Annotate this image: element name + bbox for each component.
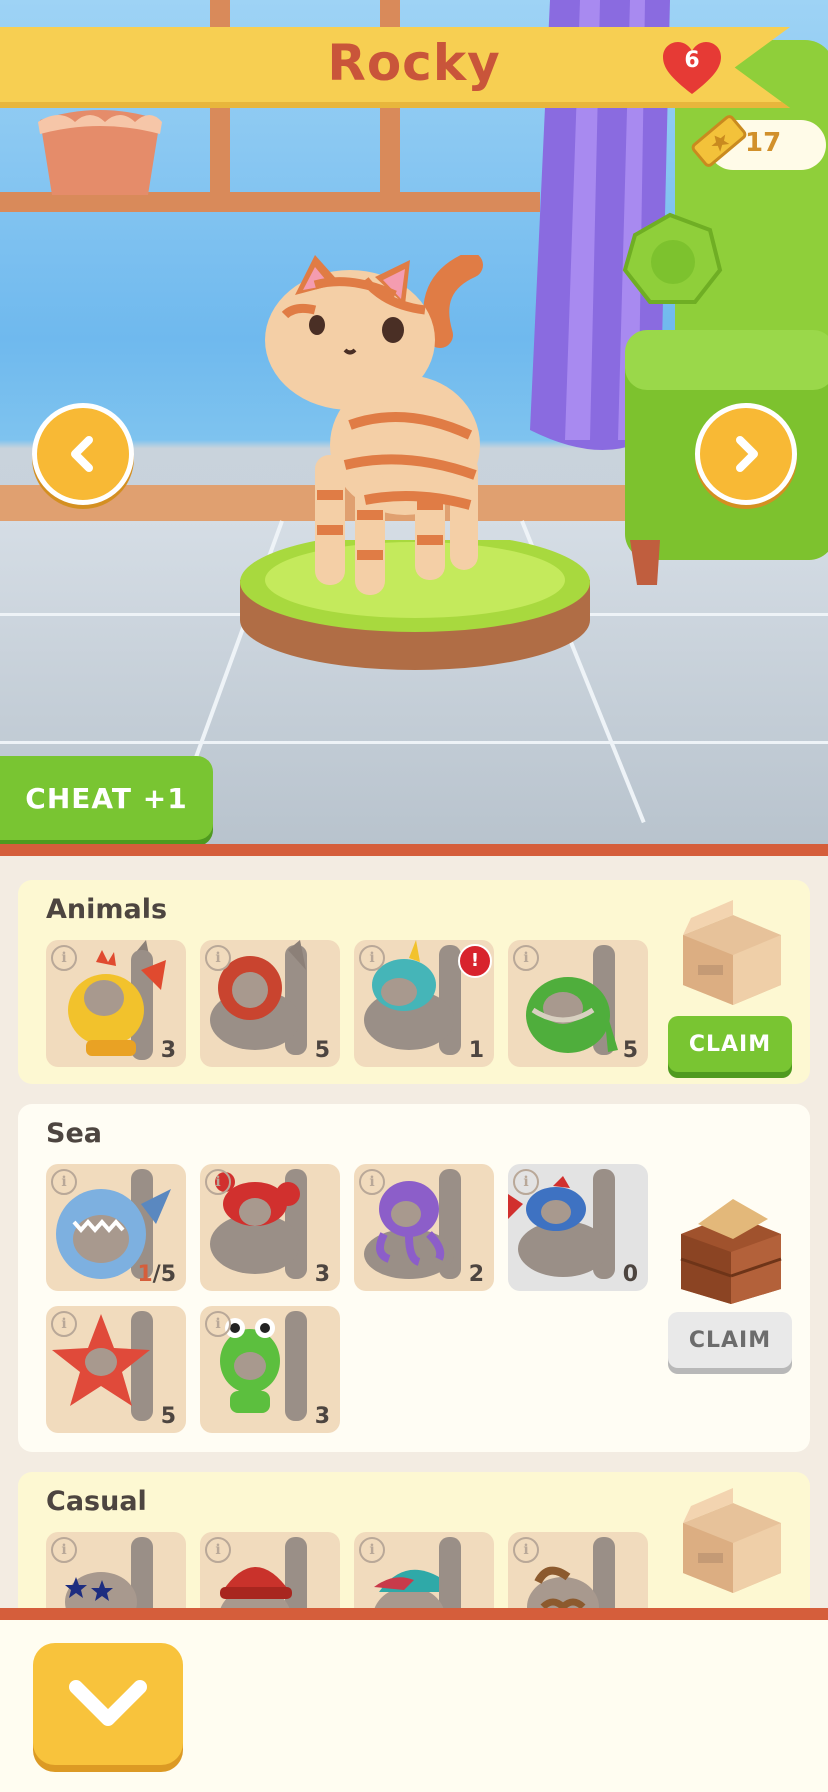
flower-pot — [38, 110, 162, 195]
costume-count: 2 — [468, 1262, 484, 1287]
costume-count: 5 — [314, 1038, 330, 1063]
collection-card-casual: Casual i i i i — [18, 1472, 810, 1608]
info-icon[interactable]: i — [205, 1311, 231, 1337]
costume-tile-octopus[interactable]: i 2 — [354, 1164, 494, 1291]
info-icon[interactable]: i — [359, 945, 385, 971]
costume-tile-star-sunglasses[interactable]: i — [46, 1532, 186, 1608]
costume-count: 5 — [622, 1038, 638, 1063]
wooden-crate-icon — [680, 1199, 782, 1304]
collection-card-animals: Animals i 3 i 5 i ! 1 i 5 CLAIM — [18, 880, 810, 1084]
info-icon[interactable]: i — [513, 1537, 539, 1563]
tickets-count: 17 — [745, 128, 782, 158]
costume-tile-crab[interactable]: i 3 — [200, 1164, 340, 1291]
costume-count: 1/5 — [137, 1262, 176, 1287]
collections-panel[interactable]: Animals i 3 i 5 i ! 1 i 5 CLAIM Sea i 1/… — [0, 856, 828, 1608]
reward-box-icon — [683, 1488, 781, 1593]
costume-tile-beanie[interactable]: i — [200, 1532, 340, 1608]
claim-button-animals[interactable]: CLAIM — [668, 1016, 792, 1072]
bottom-separator — [0, 1608, 828, 1620]
new-alert-badge: ! — [458, 944, 492, 978]
info-icon[interactable]: i — [51, 945, 77, 971]
info-icon[interactable]: i — [359, 1537, 385, 1563]
collection-title: Casual — [46, 1486, 147, 1517]
info-icon[interactable]: i — [51, 1311, 77, 1337]
costume-tile-dino[interactable]: i 5 — [508, 940, 648, 1067]
costume-tile-frog[interactable]: i 3 — [200, 1306, 340, 1433]
ticket-icon — [691, 115, 747, 167]
costume-tile-fish-locked[interactable]: i 0 — [508, 1164, 648, 1291]
collection-title: Sea — [46, 1118, 102, 1149]
costume-tile-chick[interactable]: i 3 — [46, 940, 186, 1067]
chevron-left-icon — [71, 436, 93, 472]
collapse-panel-button[interactable] — [33, 1643, 183, 1765]
panel-separator — [0, 844, 828, 856]
costume-tile-shark[interactable]: i 1/5 — [46, 1164, 186, 1291]
info-icon[interactable]: i — [51, 1537, 77, 1563]
next-pet-button[interactable] — [695, 403, 797, 505]
costume-tile-starfish[interactable]: i 5 — [46, 1306, 186, 1433]
info-icon[interactable]: i — [513, 945, 539, 971]
costume-tile-lion[interactable]: i 5 — [200, 940, 340, 1067]
chevron-down-icon — [69, 1680, 147, 1726]
costume-count: 1 — [468, 1038, 484, 1063]
info-icon[interactable]: i — [205, 945, 231, 971]
cheat-plus-one-button[interactable]: CHEAT +1 — [0, 756, 213, 840]
costume-tile-mustache[interactable]: i — [508, 1532, 648, 1608]
info-icon[interactable]: i — [51, 1169, 77, 1195]
costume-tile-cap[interactable]: i — [354, 1532, 494, 1608]
costume-tile-unicorn[interactable]: i ! 1 — [354, 940, 494, 1067]
costume-count: 3 — [314, 1404, 330, 1429]
claim-button-sea[interactable]: CLAIM — [668, 1312, 792, 1368]
costume-count: 5 — [160, 1404, 176, 1429]
info-icon[interactable]: i — [205, 1537, 231, 1563]
costume-count: 3 — [160, 1038, 176, 1063]
info-icon[interactable]: i — [205, 1169, 231, 1195]
reward-box-icon — [683, 900, 781, 1005]
costume-count: 3 — [314, 1262, 330, 1287]
costume-count: 0 — [622, 1262, 638, 1287]
collection-card-sea: Sea i 1/5 i 3 i 2 i 0 i 5 i 3 CLAIM — [18, 1104, 810, 1452]
chevron-right-icon — [736, 436, 758, 472]
previous-pet-button[interactable] — [32, 403, 134, 505]
hearts-count: 6 — [684, 48, 700, 73]
pet-cat-rocky — [265, 255, 483, 595]
info-icon[interactable]: i — [359, 1169, 385, 1195]
collection-title: Animals — [46, 894, 168, 925]
info-icon[interactable]: i — [513, 1169, 539, 1195]
